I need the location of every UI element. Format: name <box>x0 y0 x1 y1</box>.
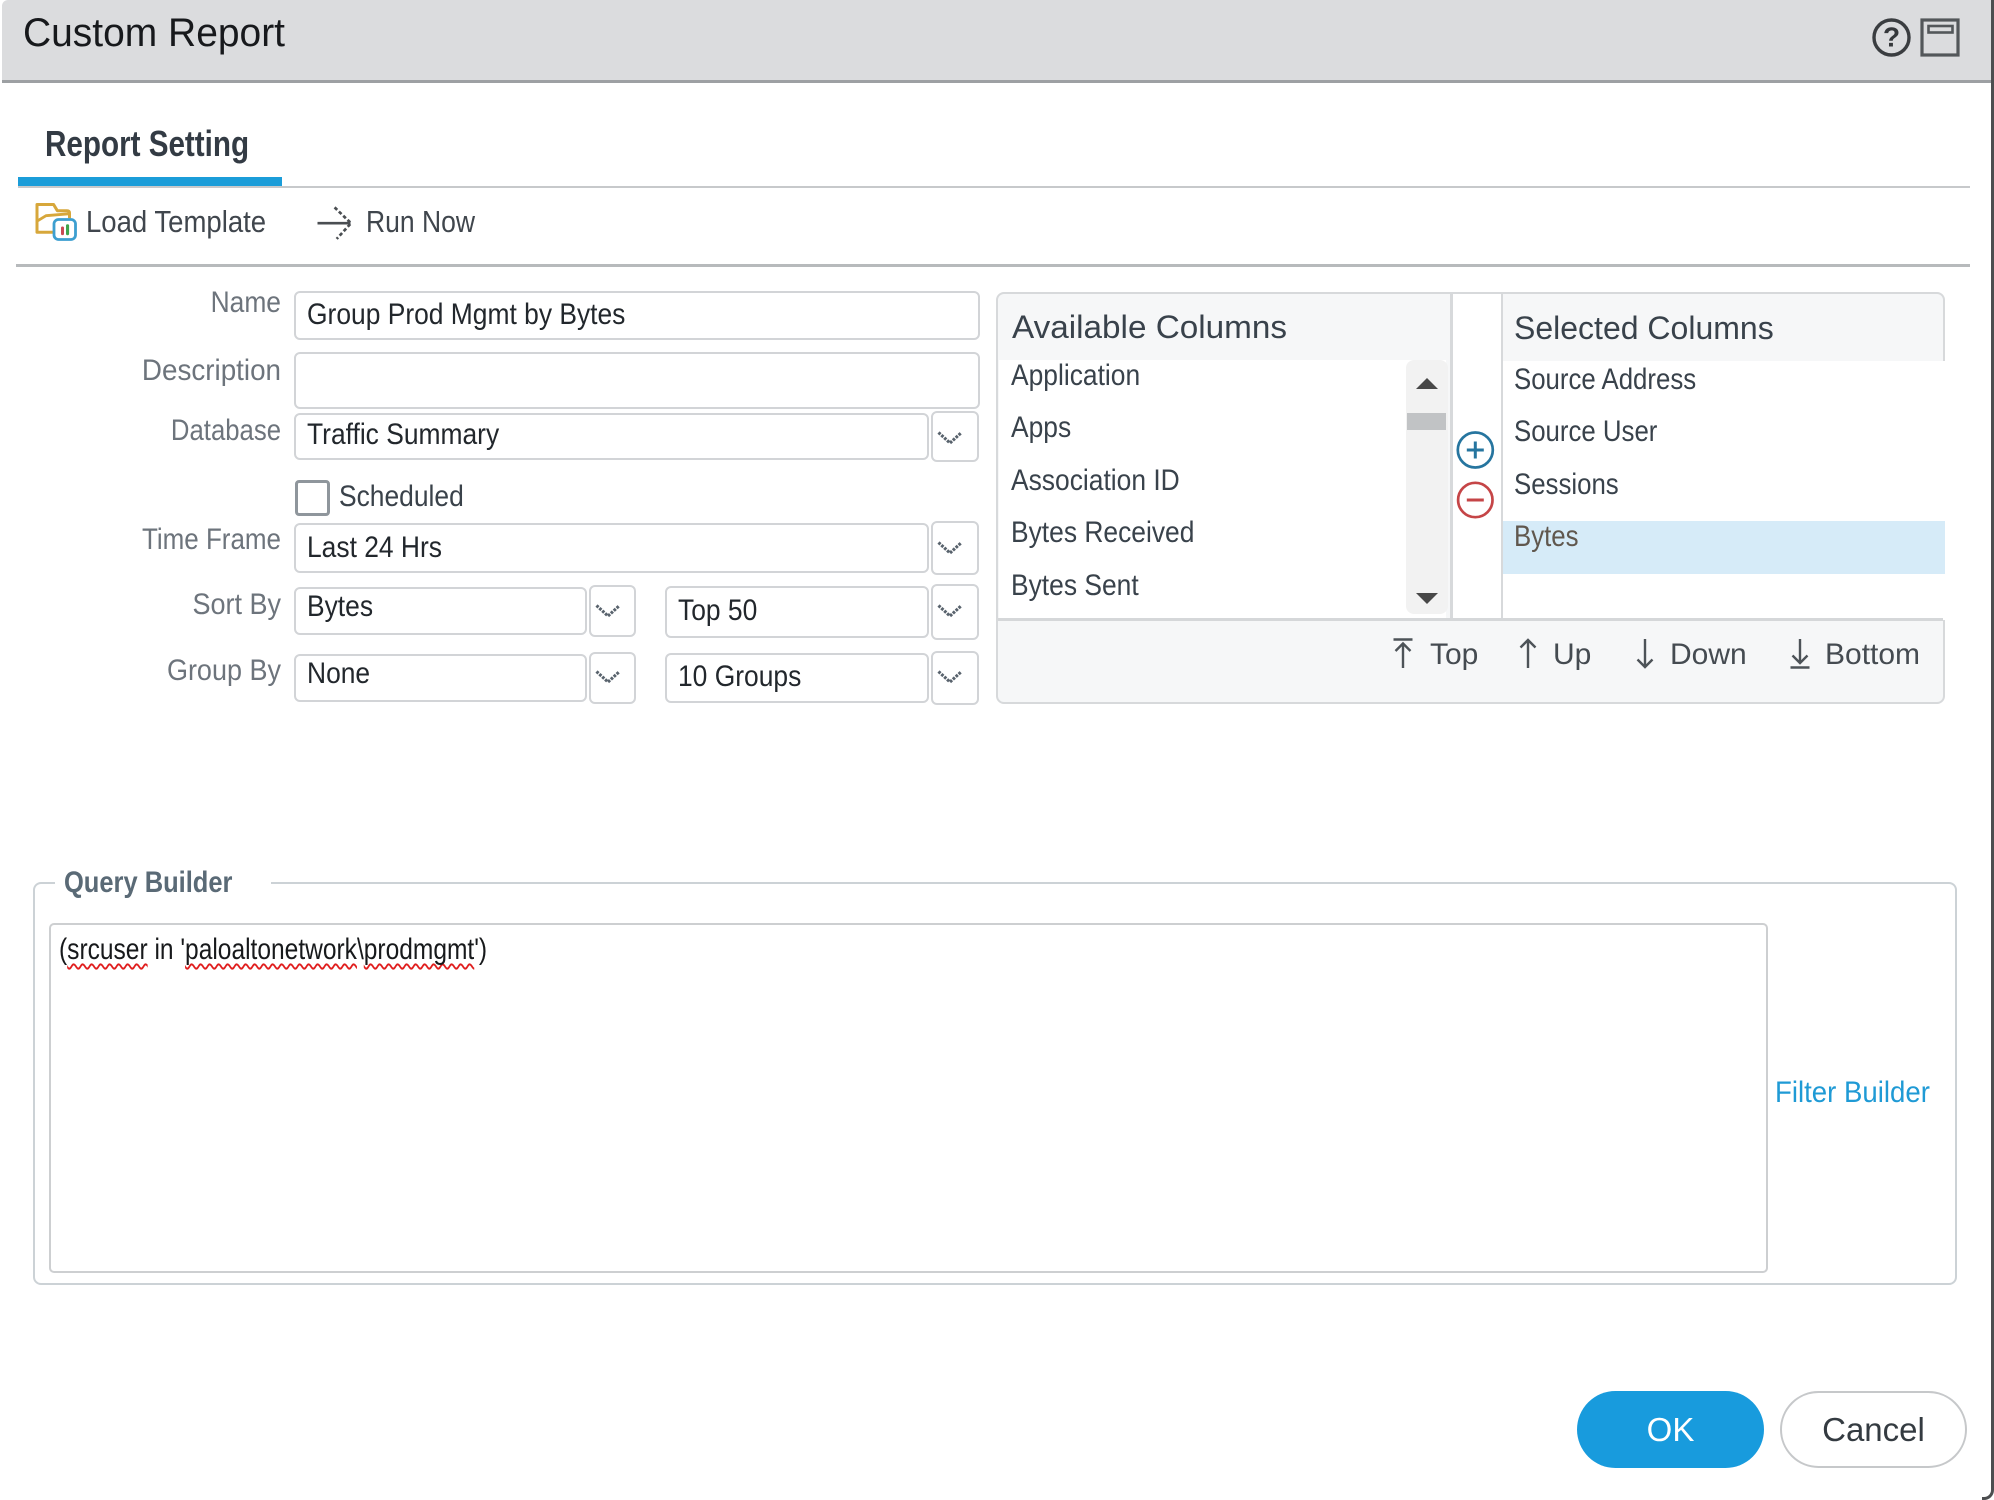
svg-text:?: ? <box>1883 22 1900 53</box>
